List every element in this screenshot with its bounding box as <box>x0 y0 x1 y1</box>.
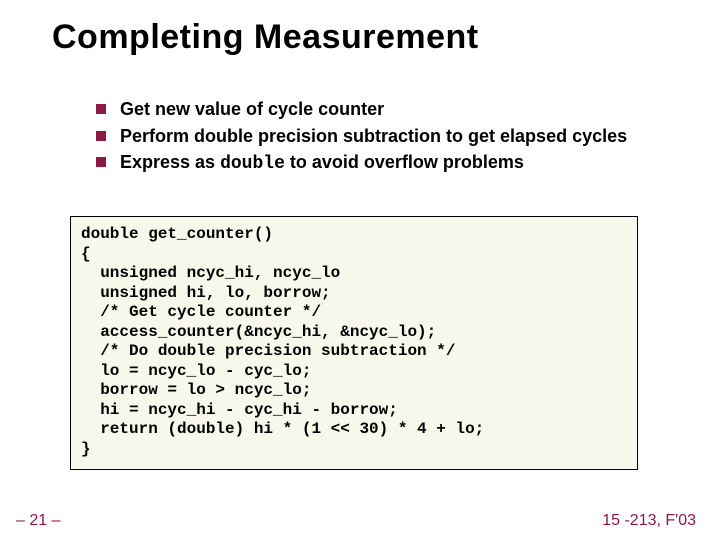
bullet-marker-icon <box>96 104 106 114</box>
bullet-text-part: Perform double precision subtraction to … <box>120 126 627 146</box>
footer-course-id: 15 -213, F'03 <box>602 512 696 530</box>
bullet-item: Express as double to avoid overflow prob… <box>96 151 690 176</box>
bullet-text-part: Express as <box>120 152 220 172</box>
bullet-text-part: to avoid overflow problems <box>285 152 524 172</box>
bullet-text-mono: double <box>220 154 285 174</box>
bullet-text: Express as double to avoid overflow prob… <box>120 151 524 176</box>
slide-title: Completing Measurement <box>52 18 479 57</box>
slide: Completing Measurement Get new value of … <box>0 0 720 540</box>
bullet-item: Get new value of cycle counter <box>96 98 690 121</box>
bullet-text: Perform double precision subtraction to … <box>120 125 627 148</box>
bullet-item: Perform double precision subtraction to … <box>96 125 690 148</box>
bullet-marker-icon <box>96 131 106 141</box>
bullet-text-part: Get new value of cycle counter <box>120 99 384 119</box>
bullet-list: Get new value of cycle counter Perform d… <box>96 98 690 180</box>
bullet-text: Get new value of cycle counter <box>120 98 384 121</box>
bullet-marker-icon <box>96 157 106 167</box>
footer-page-number: – 21 – <box>16 512 60 530</box>
code-block: double get_counter() { unsigned ncyc_hi,… <box>70 216 638 470</box>
